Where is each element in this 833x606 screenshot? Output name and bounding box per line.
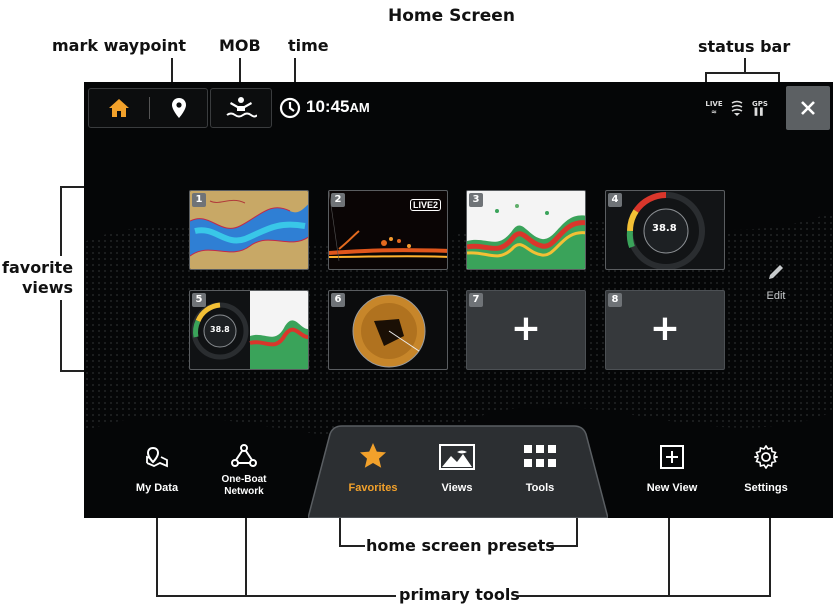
callout-mob: MOB <box>219 36 261 55</box>
home-button[interactable] <box>89 89 149 127</box>
clock-icon <box>279 97 301 119</box>
gps-icon: GPS ▌▌ <box>752 100 768 116</box>
diagram-title: Home Screen <box>388 6 515 26</box>
favorites-preset-button[interactable]: Favorites <box>338 442 408 502</box>
chart-map-thumbnail <box>190 191 308 269</box>
leader-mob <box>239 58 241 85</box>
tile-number: 2 <box>331 193 345 207</box>
mob-button[interactable] <box>210 88 272 128</box>
callout-mark-waypoint: mark waypoint <box>52 36 187 55</box>
live-icon-text: LIVE <box>705 100 723 108</box>
grid-icon <box>524 445 556 467</box>
views-icon <box>439 444 475 470</box>
mark-waypoint-button[interactable] <box>150 89 208 127</box>
tile-number: 4 <box>608 193 622 207</box>
star-icon <box>360 443 386 468</box>
new-view-label: New View <box>646 482 698 494</box>
one-boat-network-button[interactable]: One-Boat Network <box>199 442 289 512</box>
leader-presets-left-h <box>339 545 365 547</box>
leader-tools-newview <box>668 518 670 596</box>
time-ampm: AM <box>349 100 370 115</box>
tools-preset-button[interactable]: Tools <box>505 442 575 502</box>
live-icon: LIVE ≈ <box>705 100 723 116</box>
time-value: 10:45 <box>306 97 350 116</box>
tile-number: 1 <box>192 193 206 207</box>
time-display: 10:45AM <box>306 97 370 117</box>
edit-label: Edit <box>766 290 786 302</box>
leader-status-bar <box>705 72 780 74</box>
settings-label: Settings <box>744 482 788 494</box>
leader-tools-settings <box>769 518 771 596</box>
favorite-view-6[interactable]: 6 <box>328 290 448 370</box>
home-screen: 10:45AM LIVE ≈ GPS ▌▌ 1 2 LIVE2 3 4 38.8… <box>84 82 833 518</box>
waypoint-pin-icon <box>172 98 186 118</box>
callout-primary-tools: primary tools <box>399 585 520 604</box>
tools-label: Tools <box>525 482 555 494</box>
tile-number: 5 <box>192 293 206 307</box>
360-imaging-thumbnail <box>352 294 426 368</box>
man-overboard-icon <box>226 97 257 118</box>
leader-time <box>294 58 296 85</box>
views-label: Views <box>441 482 473 494</box>
favorite-view-3[interactable]: 3 <box>466 190 586 270</box>
favorite-view-1[interactable]: 1 <box>189 190 309 270</box>
gear-icon <box>754 445 778 469</box>
my-data-icon <box>146 446 168 468</box>
one-boat-network-label: One-Boat Network <box>221 474 267 497</box>
tile-number: 8 <box>608 293 622 307</box>
tile-number: 6 <box>331 293 345 307</box>
leader-status-stem <box>744 58 746 72</box>
callout-status-bar: status bar <box>698 37 791 56</box>
new-view-icon <box>660 445 684 469</box>
edit-button[interactable]: Edit <box>756 260 796 306</box>
close-button[interactable] <box>786 86 830 130</box>
views-preset-button[interactable]: Views <box>422 442 492 502</box>
tile-number: 3 <box>469 193 483 207</box>
close-icon <box>801 101 815 115</box>
gauge-value: 38.8 <box>210 325 230 334</box>
status-bar: LIVE ≈ GPS ▌▌ <box>704 96 774 120</box>
favorite-view-8[interactable]: 8 + <box>605 290 725 370</box>
add-view-icon: + <box>649 308 681 349</box>
favorite-view-4[interactable]: 4 38.8 <box>605 190 725 270</box>
pencil-icon <box>769 265 783 279</box>
leader-presets-right-h <box>550 545 578 547</box>
sonar-thumbnail <box>467 191 585 269</box>
home-icon <box>109 99 129 117</box>
favorites-label: Favorites <box>348 482 398 494</box>
favorite-view-5[interactable]: 5 38.8 <box>189 290 309 370</box>
new-view-button[interactable]: New View <box>632 442 712 502</box>
favorite-view-2[interactable]: 2 LIVE2 <box>328 190 448 270</box>
leader-favorites-vert2 <box>60 300 62 372</box>
callout-favorite-views: favorite views <box>2 258 74 297</box>
settings-button[interactable]: Settings <box>726 442 806 502</box>
leader-tools-mydata <box>156 518 158 596</box>
leader-tools-h-left <box>156 595 396 597</box>
callout-time: time <box>288 36 329 55</box>
network-icon <box>231 444 257 467</box>
callout-home-screen-presets: home screen presets <box>366 536 555 555</box>
my-data-label: My Data <box>135 482 179 494</box>
gauge-value: 38.8 <box>652 223 677 234</box>
my-data-button[interactable]: My Data <box>112 442 202 502</box>
leader-favorites-vert <box>60 186 62 256</box>
add-view-icon: + <box>510 308 542 349</box>
combo-gauge-sonar-thumbnail <box>191 291 308 369</box>
live2-badge: LIVE2 <box>409 199 441 211</box>
leader-mark-waypoint <box>171 58 173 85</box>
favorite-view-7[interactable]: 7 + <box>466 290 586 370</box>
leader-tools-oneboat <box>245 518 247 596</box>
home-waypoint-group <box>88 88 208 128</box>
sonar-icon <box>731 100 743 116</box>
tile-number: 7 <box>469 293 483 307</box>
gps-icon-text: GPS <box>752 100 768 108</box>
leader-tools-h-right <box>518 595 771 597</box>
